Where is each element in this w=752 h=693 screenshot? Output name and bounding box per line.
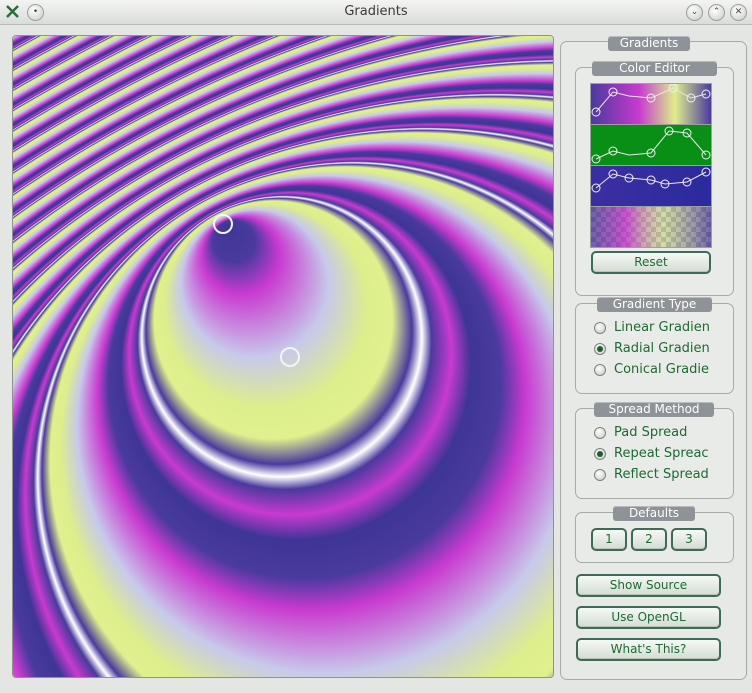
defaults-group: Defaults 1 2 3	[575, 506, 734, 563]
panel-title: Gradients	[608, 36, 690, 51]
radio-linear-gradient[interactable]: Linear Gradien	[594, 319, 714, 337]
radio-repeat-spread[interactable]: Repeat Spreac	[594, 445, 714, 463]
minimize-icon[interactable]: ⌄	[686, 4, 703, 21]
whats-this-button[interactable]: What's This?	[576, 638, 721, 661]
radio-indicator[interactable]	[594, 322, 606, 334]
radio-indicator[interactable]	[594, 448, 606, 460]
reset-button[interactable]: Reset	[591, 251, 711, 274]
radio-label: Repeat Spreac	[614, 446, 709, 461]
radio-label: Radial Gradien	[614, 341, 710, 356]
gradient-type-title: Gradient Type	[597, 297, 712, 312]
green-channel-editor[interactable]	[590, 124, 712, 166]
default-1-button[interactable]: 1	[591, 528, 627, 551]
gradient-canvas[interactable]	[13, 36, 553, 677]
control-panel: Gradients Color Editor Reset Gradient Ty…	[560, 36, 747, 680]
radio-label: Reflect Spread	[614, 467, 709, 482]
color-editor-title: Color Editor	[592, 61, 717, 76]
radio-label: Conical Gradie	[614, 362, 709, 377]
radio-label: Pad Spread	[614, 425, 688, 440]
maximize-icon[interactable]: ⌃	[708, 4, 725, 21]
use-opengl-button[interactable]: Use OpenGL	[576, 606, 721, 629]
color-editor-group: Color Editor Reset	[575, 61, 734, 296]
gradient-type-group: Gradient Type Linear Gradien Radial Grad…	[575, 297, 734, 394]
default-3-button[interactable]: 3	[671, 528, 707, 551]
blue-channel-editor[interactable]	[590, 165, 712, 207]
radio-radial-gradient[interactable]: Radial Gradien	[594, 340, 714, 358]
title-bar: • Gradients ⌄ ⌃ ✕	[0, 0, 752, 25]
defaults-title: Defaults	[613, 506, 695, 521]
alpha-preview-strip[interactable]	[590, 206, 712, 248]
radio-indicator[interactable]	[594, 364, 606, 376]
radio-pad-spread[interactable]: Pad Spread	[594, 424, 714, 442]
red-channel-editor[interactable]	[590, 83, 712, 125]
show-source-button[interactable]: Show Source	[576, 574, 721, 597]
radio-conical-gradient[interactable]: Conical Gradie	[594, 361, 714, 379]
gradient-render-area[interactable]	[12, 35, 554, 678]
radio-label: Linear Gradien	[614, 320, 711, 335]
radio-indicator[interactable]	[594, 427, 606, 439]
radio-reflect-spread[interactable]: Reflect Spread	[594, 466, 714, 484]
radio-indicator[interactable]	[594, 469, 606, 481]
radio-indicator[interactable]	[594, 343, 606, 355]
default-2-button[interactable]: 2	[631, 528, 667, 551]
spread-method-group: Spread Method Pad Spread Repeat Spreac R…	[575, 402, 734, 499]
window-title: Gradients	[344, 4, 408, 19]
close-icon[interactable]: ✕	[730, 4, 747, 21]
spread-method-title: Spread Method	[594, 402, 714, 417]
